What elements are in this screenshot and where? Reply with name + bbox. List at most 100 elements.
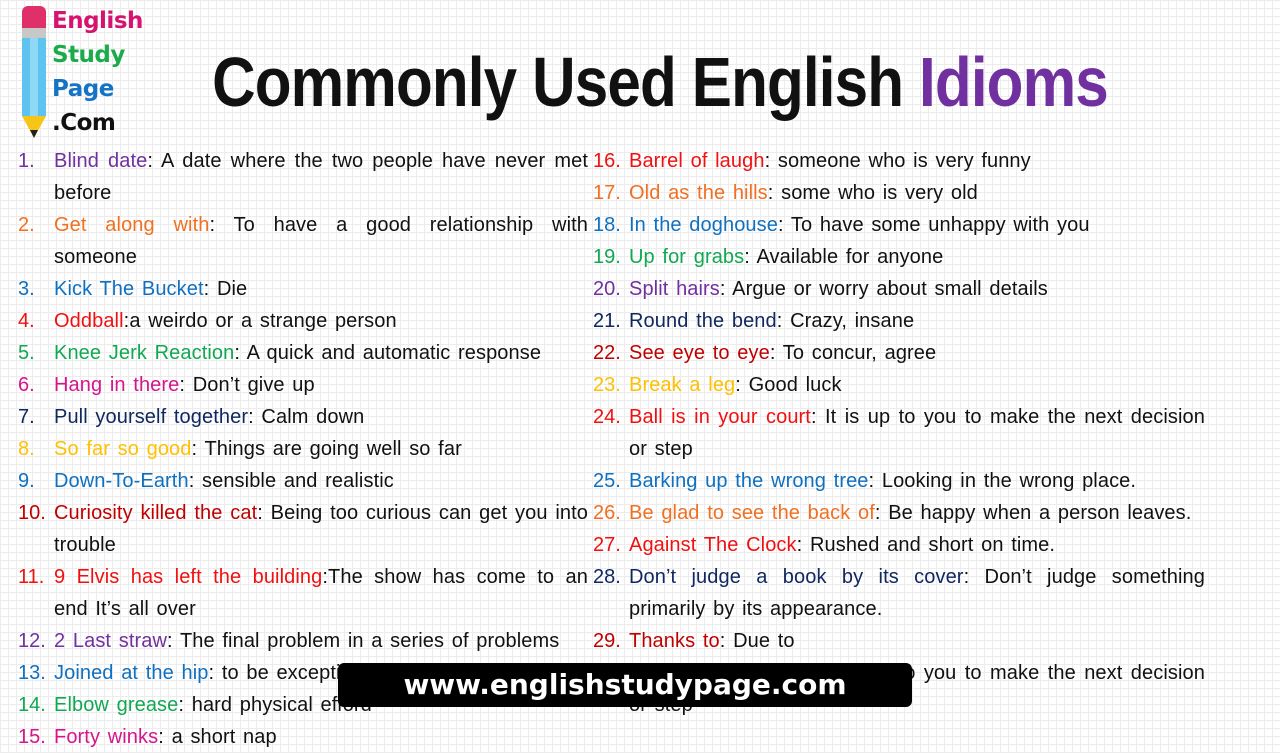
idiom-list-item: 17. Old as the hills: some who is very ol… (593, 177, 1205, 209)
idiom-definition: Don’t give up (192, 374, 315, 396)
idiom-list-item: 18. In the doghouse: To have some unhappy… (593, 209, 1205, 241)
idiom-definition: To concur, agree (782, 342, 937, 364)
idiom-list-item: 22. See eye to eye: To concur, agree (593, 337, 1205, 369)
idiom-separator: : (767, 182, 782, 204)
idiom-term: Split hairs (629, 278, 720, 300)
idiom-text: Break a leg: Good luck (629, 369, 1205, 401)
idiom-term: Curiosity killed the cat (54, 502, 258, 524)
title-main: Commonly Used English (212, 43, 904, 121)
idiom-term: Barrel of laugh (629, 150, 765, 172)
idiom-term: Don’t judge a book by its cover (629, 566, 964, 588)
idiom-definition: Be happy when a person leaves. (888, 502, 1192, 524)
idiom-separator: : (776, 310, 791, 332)
idiom-definition: Calm down (261, 406, 365, 428)
idiom-term: Against The Clock (629, 534, 797, 556)
idiom-number: 18. (593, 214, 621, 236)
page-title: Commonly Used English Idioms (92, 32, 1193, 132)
idiom-list-item: 26. Be glad to see the back of: Be happy … (593, 497, 1205, 529)
idiom-term: Forty winks (54, 726, 159, 748)
idiom-text: Split hairs: Argue or worry about small … (629, 273, 1205, 305)
idiom-text: Get along with: To have a good relations… (54, 209, 588, 273)
idiom-separator: : (188, 470, 203, 492)
idiom-list-item: 3. Kick The Bucket: Die (18, 273, 588, 305)
idiom-term: Break a leg (629, 374, 736, 396)
idiom-list-item: 4. Oddball:a weirdo or a strange person (18, 305, 588, 337)
idiom-list-item: 2. Get along with: To have a good relatio… (18, 209, 588, 273)
idiom-list-item: 5. Knee Jerk Reaction: A quick and automa… (18, 337, 588, 369)
website-url[interactable]: www.englishstudypage.com (403, 668, 846, 701)
idiom-number: 28. (593, 566, 621, 588)
idiom-definition: The final problem in a series of problem… (179, 630, 560, 652)
idiom-number: 29. (593, 630, 621, 652)
idiom-number: 23. (593, 374, 621, 396)
idiom-definition: Good luck (748, 374, 842, 396)
idiom-term: Barking up the wrong tree (629, 470, 869, 492)
idiom-text: Down-To-Earth: sensible and realistic (54, 465, 588, 497)
idiom-list-item: 27. Against The Clock: Rushed and short o… (593, 529, 1205, 561)
idiom-separator: : (167, 630, 180, 652)
idiom-text: Barking up the wrong tree: Looking in th… (629, 465, 1205, 497)
idiom-number: 3. (18, 278, 35, 300)
idiom-separator: : (796, 534, 810, 556)
idiom-separator: : (179, 374, 193, 396)
idiom-number: 19. (593, 246, 621, 268)
idiom-separator: : (868, 470, 882, 492)
idiom-text: Kick The Bucket: Die (54, 273, 588, 305)
idiom-separator: : (874, 502, 889, 524)
idiom-number: 5. (18, 342, 35, 364)
idiom-number: 26. (593, 502, 621, 524)
idiom-term: Knee Jerk Reaction (54, 342, 235, 364)
idiom-text: Don’t judge a book by its cover: Don’t j… (629, 561, 1205, 625)
idiom-term: Down-To-Earth (54, 470, 189, 492)
idiom-number: 15. (18, 726, 46, 748)
idiom-list-item: 12. 2 Last straw: The final problem in a … (18, 625, 588, 657)
idiom-separator: : (735, 374, 749, 396)
idiom-definition: Available for anyone (756, 246, 944, 268)
idiom-list-left: 1. Blind date: A date where the two peopl… (18, 145, 588, 753)
idiom-number: 11. (18, 566, 45, 588)
idiom-text: Thanks to: Due to (629, 625, 1205, 657)
idiom-definition: Die (216, 278, 248, 300)
website-url-banner[interactable]: www.englishstudypage.com (338, 663, 912, 707)
idiom-list-item: 23. Break a leg: Good luck (593, 369, 1205, 401)
idiom-list-item: 16. Barrel of laugh: someone who is very … (593, 145, 1205, 177)
idiom-separator: : (203, 278, 217, 300)
idiom-number: 6. (18, 374, 35, 396)
idiom-definition: A quick and automatic response (246, 342, 542, 364)
idiom-text: Pull yourself together: Calm down (54, 401, 588, 433)
idiom-list-item: 8. So far so good: Things are going well … (18, 433, 588, 465)
idiom-separator: : (208, 662, 222, 684)
idiom-term: In the doghouse (629, 214, 778, 236)
idiom-text: Forty winks: a short nap (54, 721, 588, 753)
idiom-text: Round the bend: Crazy, insane (629, 305, 1205, 337)
idiom-text: Blind date: A date where the two people … (54, 145, 588, 209)
idiom-number: 25. (593, 470, 621, 492)
idiom-number: 13. (18, 662, 46, 684)
idiom-text: In the doghouse: To have some unhappy wi… (629, 209, 1205, 241)
idiom-term: Up for grabs (629, 246, 745, 268)
idiom-separator: : (810, 406, 826, 428)
idiom-text: See eye to eye: To concur, agree (629, 337, 1205, 369)
idiom-text: Up for grabs: Available for anyone (629, 241, 1205, 273)
idiom-number: 8. (18, 438, 35, 460)
idiom-text: Oddball:a weirdo or a strange person (54, 305, 588, 337)
idiom-list-item: 19. Up for grabs: Available for anyone (593, 241, 1205, 273)
idiom-list-item: 15. Forty winks: a short nap (18, 721, 588, 753)
idiom-separator: : (158, 726, 172, 748)
idiom-term: Oddball (54, 310, 124, 332)
idiom-term: So far so good (54, 438, 192, 460)
idiom-list-item: 29. Thanks to: Due to (593, 625, 1205, 657)
idiom-number: 2. (18, 214, 35, 236)
idiom-text: Curiosity killed the cat: Being too curi… (54, 497, 588, 561)
idiom-definition: someone who is very funny (777, 150, 1031, 172)
idiom-definition: Due to (733, 630, 795, 652)
idiom-definition: a short nap (171, 726, 277, 748)
idiom-number: 22. (593, 342, 621, 364)
idiom-text: Barrel of laugh: someone who is very fun… (629, 145, 1205, 177)
idiom-number: 7. (18, 406, 35, 428)
idiom-text: 9 Elvis has left the building:The show h… (54, 561, 588, 625)
idiom-text: Ball is in your court: It is up to you t… (629, 401, 1205, 465)
idiom-number: 14. (18, 694, 46, 716)
idiom-term: Thanks to (629, 630, 720, 652)
idiom-term: Ball is in your court (629, 406, 811, 428)
